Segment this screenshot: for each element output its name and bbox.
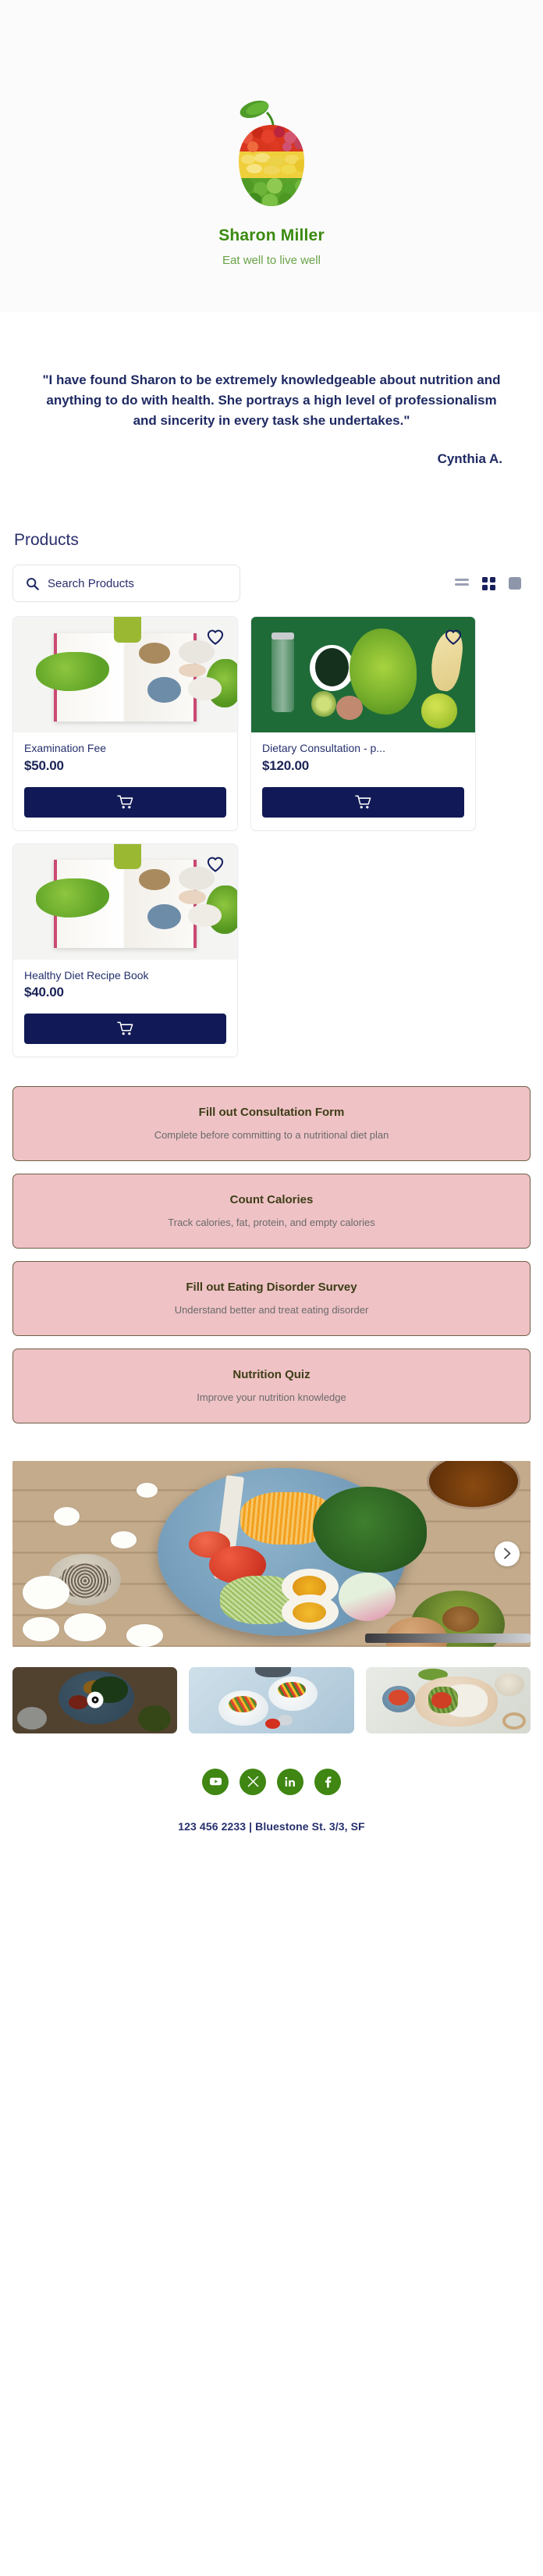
heart-icon bbox=[207, 630, 224, 646]
action-card-title: Fill out Eating Disorder Survey bbox=[186, 1280, 357, 1294]
gallery-thumbnail[interactable] bbox=[189, 1666, 354, 1733]
heart-icon bbox=[207, 857, 224, 872]
action-card-title: Nutrition Quiz bbox=[232, 1367, 311, 1381]
action-card-nutrition-quiz[interactable]: Nutrition Quiz Improve your nutrition kn… bbox=[12, 1348, 531, 1423]
search-input[interactable]: Search Products bbox=[12, 565, 240, 603]
youtube-link[interactable] bbox=[202, 1768, 229, 1795]
products-section: Products Search Products Examination Fee… bbox=[0, 467, 543, 1057]
grid-view-icon[interactable] bbox=[482, 576, 495, 590]
testimonial-author: Cynthia A. bbox=[437, 451, 502, 467]
product-name: Dietary Consultation - p... bbox=[262, 742, 385, 755]
gallery-thumbnail-strip bbox=[12, 1666, 531, 1733]
site-header: Sharon Miller Eat well to live well bbox=[0, 0, 543, 312]
action-card-subtitle: Understand better and treat eating disor… bbox=[174, 1303, 369, 1316]
action-card-count-calories[interactable]: Count Calories Track calories, fat, prot… bbox=[12, 1173, 531, 1249]
linkedin-icon bbox=[285, 1776, 295, 1787]
search-icon bbox=[27, 578, 39, 590]
fruit-apple-logo bbox=[239, 100, 304, 206]
testimonial-quote: "I have found Sharon to be extremely kno… bbox=[42, 372, 501, 428]
product-card[interactable]: Dietary Consultation - p... $120.00 bbox=[250, 616, 476, 831]
large-view-icon[interactable] bbox=[509, 577, 521, 590]
gallery-thumbnail[interactable] bbox=[365, 1666, 531, 1733]
carousel-next-button[interactable] bbox=[495, 1541, 520, 1566]
favorite-button[interactable] bbox=[204, 853, 226, 875]
footer-contact: 123 456 2233 | Bluestone St. 3/3, SF bbox=[178, 1819, 365, 1833]
brand-name: Sharon Miller bbox=[218, 226, 325, 244]
list-view-icon[interactable] bbox=[455, 578, 469, 589]
product-name: Healthy Diet Recipe Book bbox=[24, 968, 149, 982]
product-price: $50.00 bbox=[24, 757, 64, 773]
facebook-icon bbox=[325, 1776, 331, 1788]
recipe-book-image bbox=[13, 617, 237, 733]
action-cards-section: Fill out Consultation Form Complete befo… bbox=[0, 1057, 543, 1423]
chevron-right-icon bbox=[503, 1548, 510, 1559]
product-card[interactable]: Healthy Diet Recipe Book $40.00 bbox=[12, 843, 238, 1057]
gallery-section bbox=[0, 1423, 543, 1733]
testimonial-section: "I have found Sharon to be extremely kno… bbox=[0, 312, 543, 467]
green-flatlay-image bbox=[251, 617, 475, 733]
search-placeholder: Search Products bbox=[48, 576, 134, 590]
youtube-icon bbox=[209, 1778, 222, 1786]
linkedin-link[interactable] bbox=[277, 1768, 303, 1795]
product-info: Dietary Consultation - p... $120.00 bbox=[251, 732, 475, 773]
action-card-title: Count Calories bbox=[229, 1192, 314, 1206]
gallery-thumbnail[interactable] bbox=[12, 1666, 178, 1733]
x-link[interactable] bbox=[240, 1768, 266, 1795]
action-card-title: Fill out Consultation Form bbox=[198, 1105, 345, 1119]
action-card-subtitle: Track calories, fat, protein, and empty … bbox=[168, 1216, 375, 1228]
social-links bbox=[0, 1768, 543, 1795]
facebook-link[interactable] bbox=[314, 1768, 341, 1795]
products-toolbar: Search Products bbox=[12, 565, 531, 603]
logo-container bbox=[0, 92, 543, 211]
shopping-cart-icon bbox=[117, 795, 133, 809]
action-card-subtitle: Improve your nutrition knowledge bbox=[197, 1391, 346, 1403]
gallery-hero-image bbox=[12, 1460, 531, 1647]
add-to-cart-button[interactable] bbox=[262, 786, 464, 818]
view-toggle-group bbox=[455, 576, 531, 590]
shopping-cart-icon bbox=[355, 795, 371, 809]
product-image bbox=[13, 617, 237, 733]
favorite-button[interactable] bbox=[204, 626, 226, 648]
product-image bbox=[13, 843, 237, 960]
active-thumbnail-indicator bbox=[87, 1691, 104, 1708]
product-price: $120.00 bbox=[262, 757, 310, 773]
product-price: $40.00 bbox=[24, 984, 64, 999]
add-to-cart-button[interactable] bbox=[24, 1013, 226, 1044]
action-card-subtitle: Complete before committing to a nutritio… bbox=[154, 1128, 389, 1141]
product-grid: Examination Fee $50.00 Dietary Consultat… bbox=[12, 616, 531, 1057]
product-info: Examination Fee $50.00 bbox=[13, 732, 237, 773]
add-to-cart-button[interactable] bbox=[24, 786, 226, 818]
product-image bbox=[251, 617, 475, 733]
brand-tagline: Eat well to live well bbox=[222, 254, 321, 267]
recipe-book-image bbox=[13, 843, 237, 960]
action-card-eating-disorder-survey[interactable]: Fill out Eating Disorder Survey Understa… bbox=[12, 1260, 531, 1336]
x-twitter-icon bbox=[247, 1776, 258, 1787]
favorite-button[interactable] bbox=[442, 626, 464, 648]
heart-icon bbox=[445, 630, 462, 646]
product-card[interactable]: Examination Fee $50.00 bbox=[12, 616, 238, 831]
products-section-title: Products bbox=[14, 531, 79, 550]
product-name: Examination Fee bbox=[24, 742, 107, 755]
shopping-cart-icon bbox=[117, 1021, 133, 1035]
product-info: Healthy Diet Recipe Book $40.00 bbox=[13, 960, 237, 1000]
action-card-consultation-form[interactable]: Fill out Consultation Form Complete befo… bbox=[12, 1085, 531, 1161]
